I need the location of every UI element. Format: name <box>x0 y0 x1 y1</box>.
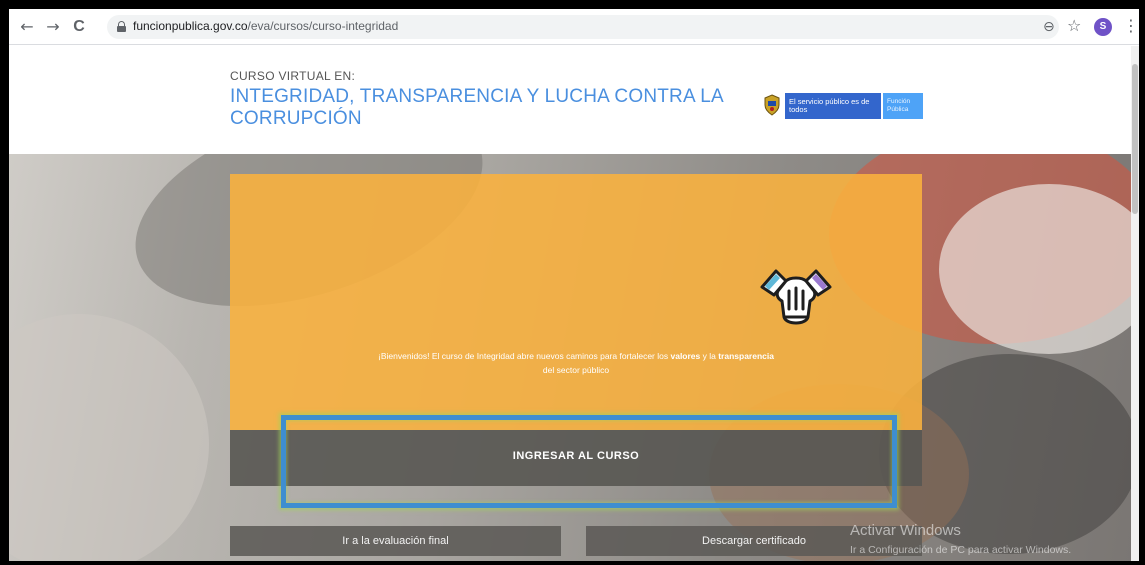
address-bar[interactable]: funcionpublica.gov.co/eva/cursos/curso-i… <box>107 15 1059 39</box>
coat-of-arms-icon <box>764 94 780 116</box>
welcome-highlight-values: valores <box>670 351 701 361</box>
browser-menu-icon[interactable]: ⋮ <box>1123 17 1139 35</box>
course-kicker: CURSO VIRTUAL EN: <box>230 69 356 83</box>
url-domain: funcionpublica.gov.co <box>133 19 248 33</box>
highlight-box <box>281 415 897 508</box>
hero-banner: ¡Bienvenidos! El curso de Integridad abr… <box>9 154 1139 561</box>
page-header: CURSO VIRTUAL EN: INTEGRIDAD, TRANSPAREN… <box>9 46 1139 154</box>
course-title: INTEGRIDAD, TRANSPARENCIA Y LUCHA CONTRA… <box>230 86 723 129</box>
reload-icon[interactable]: C <box>69 17 89 37</box>
government-logo[interactable]: El servicio público es de todos Función … <box>763 93 923 119</box>
url-text: funcionpublica.gov.co/eva/cursos/curso-i… <box>133 19 398 33</box>
windows-activation-subtitle: Ir a Configuración de PC para activar Wi… <box>850 544 1072 556</box>
profile-avatar[interactable]: S <box>1094 18 1112 36</box>
scrollbar-thumb[interactable] <box>1132 64 1138 214</box>
welcome-text-start: ¡Bienvenidos! El curso de Integridad abr… <box>378 351 671 361</box>
browser-window: ← → C funcionpublica.gov.co/eva/cursos/c… <box>9 9 1139 561</box>
browser-toolbar: ← → C funcionpublica.gov.co/eva/cursos/c… <box>9 9 1139 45</box>
welcome-panel: ¡Bienvenidos! El curso de Integridad abr… <box>230 174 922 430</box>
welcome-text-end: del sector público <box>542 365 610 375</box>
bookmark-star-icon[interactable]: ☆ <box>1067 17 1081 35</box>
logo-primary-text: El servicio público es de todos <box>785 93 881 119</box>
url-path: /eva/cursos/curso-integridad <box>247 19 399 33</box>
welcome-highlight-transparency: transparencia <box>718 351 774 361</box>
welcome-text-middle: y la <box>700 351 719 361</box>
forward-icon[interactable]: → <box>43 17 63 37</box>
logo-secondary-text: Función Pública <box>883 93 923 119</box>
final-evaluation-button[interactable]: Ir a la evaluación final <box>230 526 561 556</box>
welcome-message: ¡Bienvenidos! El curso de Integridad abr… <box>290 349 862 377</box>
page-scrollbar[interactable] <box>1131 46 1139 561</box>
zoom-icon[interactable]: ⊖ <box>1043 18 1055 36</box>
united-hands-icon <box>760 269 832 325</box>
background-photo-shape <box>9 314 209 561</box>
back-icon[interactable]: ← <box>17 17 37 37</box>
lock-icon <box>117 21 126 32</box>
windows-activation-title: Activar Windows <box>850 522 961 539</box>
